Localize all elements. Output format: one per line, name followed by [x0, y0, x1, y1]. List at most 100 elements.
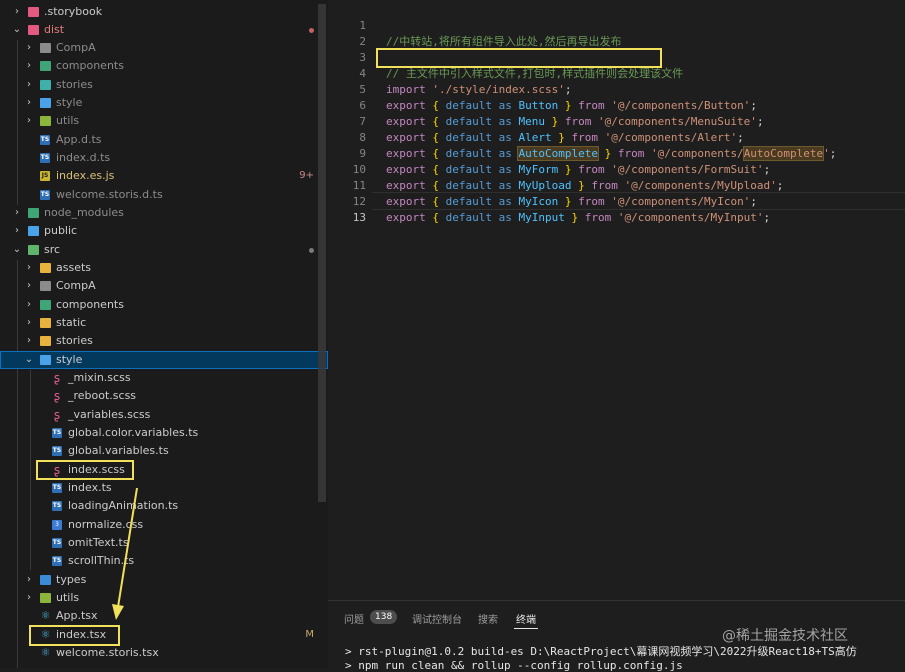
tree-item-app-d-ts[interactable]: TS App.d.ts: [0, 131, 328, 149]
active-tab-indicator: [514, 628, 538, 629]
code-line-6: 6 export { default as Menu } from '@/com…: [328, 82, 905, 128]
tree-item-utils[interactable]: › utils: [0, 112, 328, 130]
typescript-file-icon: TS: [40, 190, 50, 200]
tree-item-label: global.variables.ts: [68, 444, 169, 457]
tree-item-index-es-js[interactable]: JS index.es.js 9+: [0, 167, 328, 185]
tree-item-global-variables-ts[interactable]: TS global.variables.ts: [0, 442, 328, 460]
tree-item-label: dist: [44, 23, 65, 36]
folder-icon: [40, 318, 51, 328]
tree-item-label: utils: [56, 591, 80, 604]
tree-item-label: index.d.ts: [56, 151, 111, 164]
problems-badge: 9+: [299, 170, 314, 181]
tree-item-utils-src[interactable]: › utils: [0, 589, 328, 607]
tree-item-index-d-ts[interactable]: TS index.d.ts: [0, 149, 328, 167]
tree-item-app-tsx[interactable]: ⚛ App.tsx: [0, 607, 328, 625]
modified-dot-icon: [309, 28, 314, 33]
tree-item-label: App.tsx: [56, 609, 98, 622]
folder-icon: [40, 281, 51, 291]
tree-item-loading-animation-ts[interactable]: TS loadingAnimation.ts: [0, 497, 328, 515]
code-line-2: 2: [328, 18, 905, 48]
brace: {: [432, 211, 439, 224]
tree-item-components-src[interactable]: › components: [0, 296, 328, 314]
tree-item-style[interactable]: › style: [0, 94, 328, 112]
annotation-box-index-tsx: [29, 625, 120, 646]
folder-icon: [40, 355, 51, 365]
tree-item-label: _variables.scss: [68, 408, 151, 421]
tree-item-label: welcome.storis.d.ts: [56, 188, 163, 201]
tree-item-normalize-css[interactable]: 3 normalize.css: [0, 516, 328, 534]
tree-item-scroll-thin-ts[interactable]: TS scrollThin.ts: [0, 552, 328, 570]
tree-item-dist[interactable]: ⌄ dist: [0, 21, 328, 39]
tree-item-compa-src[interactable]: › CompA: [0, 277, 328, 295]
tab-problems[interactable]: 问题: [344, 611, 364, 626]
tree-item-public[interactable]: › public: [0, 222, 328, 240]
chevron-right-icon: ›: [27, 574, 31, 585]
tree-item-variables-scss[interactable]: ʂ _variables.scss: [0, 406, 328, 424]
tree-item-welcome-storis-d-ts[interactable]: TS welcome.storis.d.ts: [0, 186, 328, 204]
sass-file-icon: ʂ: [53, 389, 61, 403]
bottom-panel: 问题 138 调试控制台 搜索 终端 > rst-plugin@1.0.2 bu…: [328, 600, 905, 672]
chevron-right-icon: ›: [27, 317, 31, 328]
typescript-file-icon: TS: [52, 483, 62, 493]
tree-item-static[interactable]: › static: [0, 314, 328, 332]
typescript-file-icon: TS: [52, 446, 62, 456]
folder-icon: [40, 263, 51, 273]
annotation-box-import: [376, 48, 662, 68]
code-editor[interactable]: 1 //中转站,将所有组件导入此处,然后再导出发布 2 3 // 主文件中引入样…: [328, 0, 905, 600]
tree-item-omit-text-ts[interactable]: TS omitText.ts: [0, 534, 328, 552]
tree-item-global-color-variables-ts[interactable]: TS global.color.variables.ts: [0, 424, 328, 442]
terminal-line: > rst-plugin@1.0.2 build-es D:\ReactProj…: [345, 645, 857, 658]
tree-item-src[interactable]: ⌄ src: [0, 241, 328, 259]
chevron-right-icon: ›: [27, 262, 31, 273]
tree-item-label: utils: [56, 114, 80, 127]
tree-item-label: CompA: [56, 279, 96, 292]
tree-item-style-src[interactable]: ⌄ style: [0, 351, 328, 369]
folder-icon: [40, 300, 51, 310]
chevron-right-icon: ›: [27, 335, 31, 346]
tab-search[interactable]: 搜索: [478, 611, 498, 626]
tree-item-label: components: [56, 59, 124, 72]
keyword-from: from: [584, 211, 612, 224]
typescript-file-icon: TS: [52, 428, 62, 438]
tab-debug-console[interactable]: 调试控制台: [412, 611, 462, 626]
tree-item-label: App.d.ts: [56, 133, 102, 146]
tree-item-label: stories: [56, 334, 93, 347]
chevron-down-icon: ⌄: [12, 244, 22, 255]
code-line-12: 12 export { default as MyInput } from '@…: [328, 178, 905, 224]
punctuation: ;: [763, 211, 771, 224]
chevron-right-icon: ›: [27, 60, 31, 71]
tree-item-types[interactable]: › types: [0, 571, 328, 589]
chevron-right-icon: ›: [15, 225, 19, 236]
tree-item-label: _reboot.scss: [68, 389, 137, 402]
tree-item-node-modules[interactable]: › node_modules: [0, 204, 328, 222]
tree-item-label: omitText.ts: [68, 536, 129, 549]
brace: }: [571, 211, 579, 224]
chevron-right-icon: ›: [15, 207, 19, 218]
tree-item-components[interactable]: › components: [0, 57, 328, 75]
tree-item-label: stories: [56, 78, 93, 91]
tree-item-reboot-scss[interactable]: ʂ _reboot.scss: [0, 387, 328, 405]
tree-item-mixin-scss[interactable]: ʂ _mixin.scss: [0, 369, 328, 387]
tree-item-index-ts[interactable]: TS index.ts: [0, 479, 328, 497]
tree-item-assets[interactable]: › assets: [0, 259, 328, 277]
explorer-panel: › .storybook ⌄ dist › CompA › components…: [0, 0, 328, 668]
chevron-right-icon: ›: [27, 280, 31, 291]
tree-item-storybook[interactable]: › .storybook: [0, 3, 328, 21]
code-line-8: 8 export { default as AutoComplete } fro…: [328, 114, 905, 161]
tree-item-label: node_modules: [44, 206, 124, 219]
tree-item-label: normalize.css: [68, 518, 144, 531]
tree-item-stories[interactable]: › stories: [0, 76, 328, 94]
sass-file-icon: ʂ: [53, 408, 61, 422]
watermark: @稀土掘金技术社区: [722, 628, 848, 644]
chevron-right-icon: ›: [27, 42, 31, 53]
code-line-5: 5 export { default as Button } from '@/c…: [328, 66, 905, 112]
tree-item-label: index.es.js: [56, 169, 115, 182]
tab-terminal[interactable]: 终端: [516, 611, 536, 626]
tree-item-stories-src[interactable]: › stories: [0, 332, 328, 350]
chevron-down-icon: ⌄: [12, 24, 22, 35]
explorer-scrollbar[interactable]: [318, 4, 326, 502]
tree-item-compa[interactable]: › CompA: [0, 39, 328, 57]
tree-item-welcome-storis-tsx[interactable]: ⚛ welcome.storis.tsx: [0, 644, 328, 662]
terminal-line: > npm run clean && rollup --config rollu…: [345, 659, 683, 672]
git-modified-badge: M: [305, 629, 314, 640]
